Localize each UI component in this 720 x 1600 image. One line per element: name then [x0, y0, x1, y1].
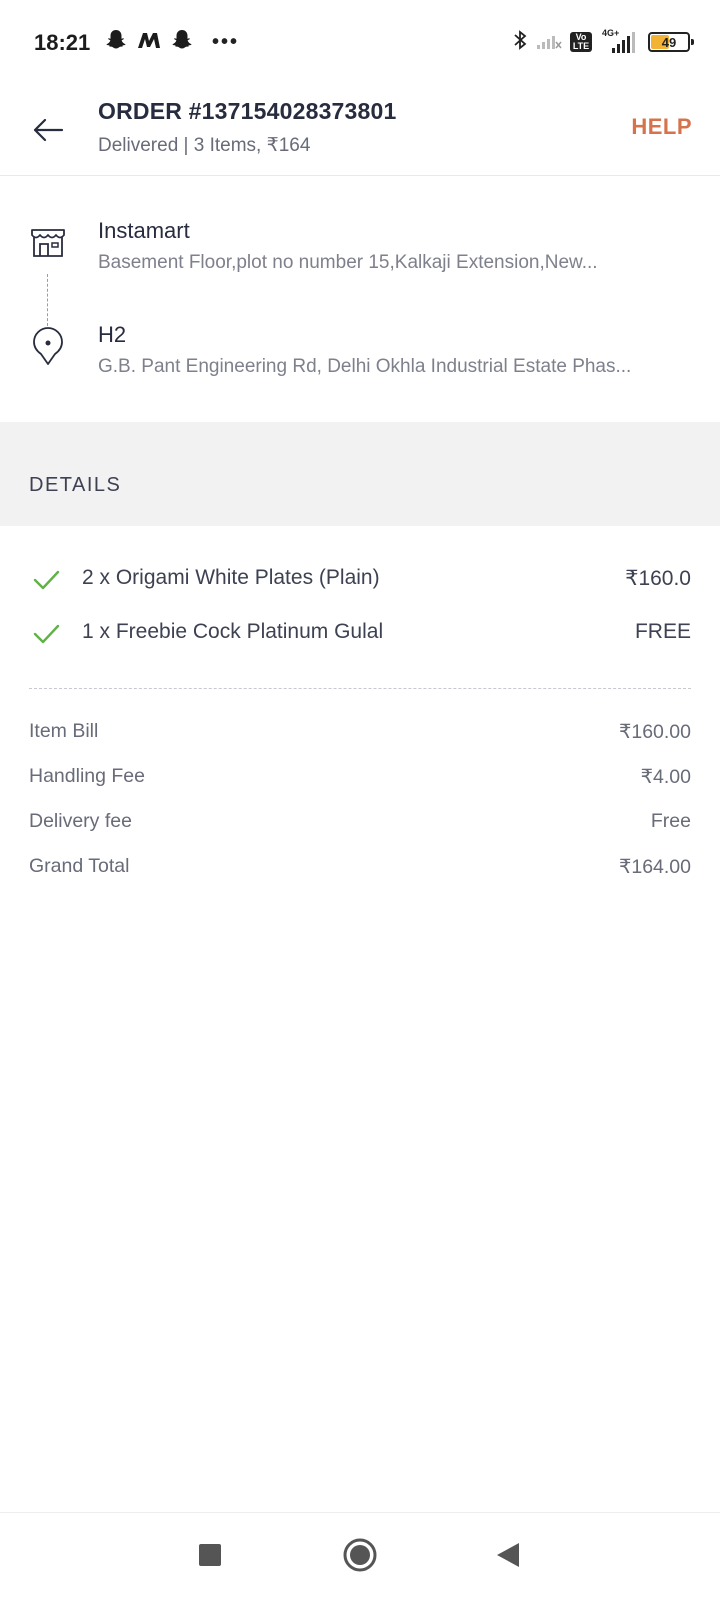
item-price: FREE — [634, 620, 691, 643]
order-subtitle: Delivered | 3 Items, ₹164 — [98, 135, 311, 156]
bill-row-handling-fee: Handling Fee ₹4.00 — [0, 765, 720, 795]
signal-weak-icon — [536, 30, 562, 55]
list-item: 2 x Origami White Plates (Plain) ₹160.0 — [0, 560, 720, 600]
bill-row-item-bill: Item Bill ₹160.00 — [0, 720, 720, 750]
pickup-name: Instamart — [98, 218, 190, 243]
snapchat-icon — [170, 28, 194, 57]
check-icon — [32, 622, 60, 646]
order-header: ORDER #137154028373801 Delivered | 3 Ite… — [0, 86, 720, 176]
signal-4g-icon: 4G+ — [600, 28, 640, 54]
order-route: Instamart Basement Floor,plot no number … — [0, 176, 720, 422]
bill-value: ₹4.00 — [640, 766, 691, 788]
system-icons: Vo LTE 4G+ 49 — [512, 28, 694, 57]
item-name: 2 x Origami White Plates (Plain) — [82, 566, 380, 589]
snapchat-icon — [104, 28, 128, 57]
status-bar: 18:21 ••• Vo LTE 4G+ 49 — [0, 0, 720, 86]
triangle-back-icon — [497, 1543, 519, 1567]
recents-button[interactable] — [188, 1533, 232, 1577]
battery-level: 49 — [661, 34, 677, 50]
route-connector — [47, 274, 48, 326]
check-icon — [32, 568, 60, 592]
order-title: ORDER #137154028373801 — [98, 98, 397, 124]
bill-label: Item Bill — [29, 720, 99, 742]
drop-address: G.B. Pant Engineering Rd, Delhi Okhla In… — [98, 356, 632, 377]
item-name: 1 x Freebie Cock Platinum Gulal — [82, 620, 384, 643]
bill-value: Free — [650, 810, 691, 832]
m-app-icon — [136, 30, 162, 55]
pickup-address: Basement Floor,plot no number 15,Kalkaji… — [98, 252, 598, 273]
bill-label: Delivery fee — [29, 810, 132, 832]
details-label: DETAILS — [29, 474, 122, 496]
more-notifications-icon: ••• — [212, 30, 240, 53]
status-time: 18:21 — [34, 30, 91, 55]
back-button[interactable] — [30, 112, 66, 148]
bill-value: ₹164.00 — [618, 856, 691, 878]
bill-row-delivery-fee: Delivery fee Free — [0, 810, 720, 840]
bluetooth-icon — [512, 28, 528, 57]
store-icon — [28, 222, 68, 262]
bill-label: Grand Total — [29, 855, 130, 877]
back-nav-button[interactable] — [486, 1533, 530, 1577]
circle-icon — [343, 1538, 377, 1572]
back-arrow-icon — [33, 118, 64, 142]
bill-row-grand-total: Grand Total ₹164.00 — [0, 855, 720, 885]
battery-icon: 49 — [648, 32, 694, 52]
bill-label: Handling Fee — [29, 765, 145, 787]
help-button[interactable]: HELP — [631, 114, 692, 140]
volte-icon: Vo LTE — [570, 32, 592, 52]
location-pin-icon — [28, 326, 68, 366]
list-item: 1 x Freebie Cock Platinum Gulal FREE — [0, 614, 720, 654]
bill-divider — [29, 688, 691, 689]
drop-name: H2 — [98, 322, 127, 347]
details-section-header: DETAILS — [0, 422, 720, 526]
notification-icons: ••• — [104, 28, 239, 56]
bill-value: ₹160.00 — [618, 721, 691, 743]
home-button[interactable] — [338, 1533, 382, 1577]
item-price: ₹160.0 — [625, 567, 691, 590]
system-navigation-bar — [0, 1512, 720, 1600]
square-icon — [199, 1544, 221, 1566]
